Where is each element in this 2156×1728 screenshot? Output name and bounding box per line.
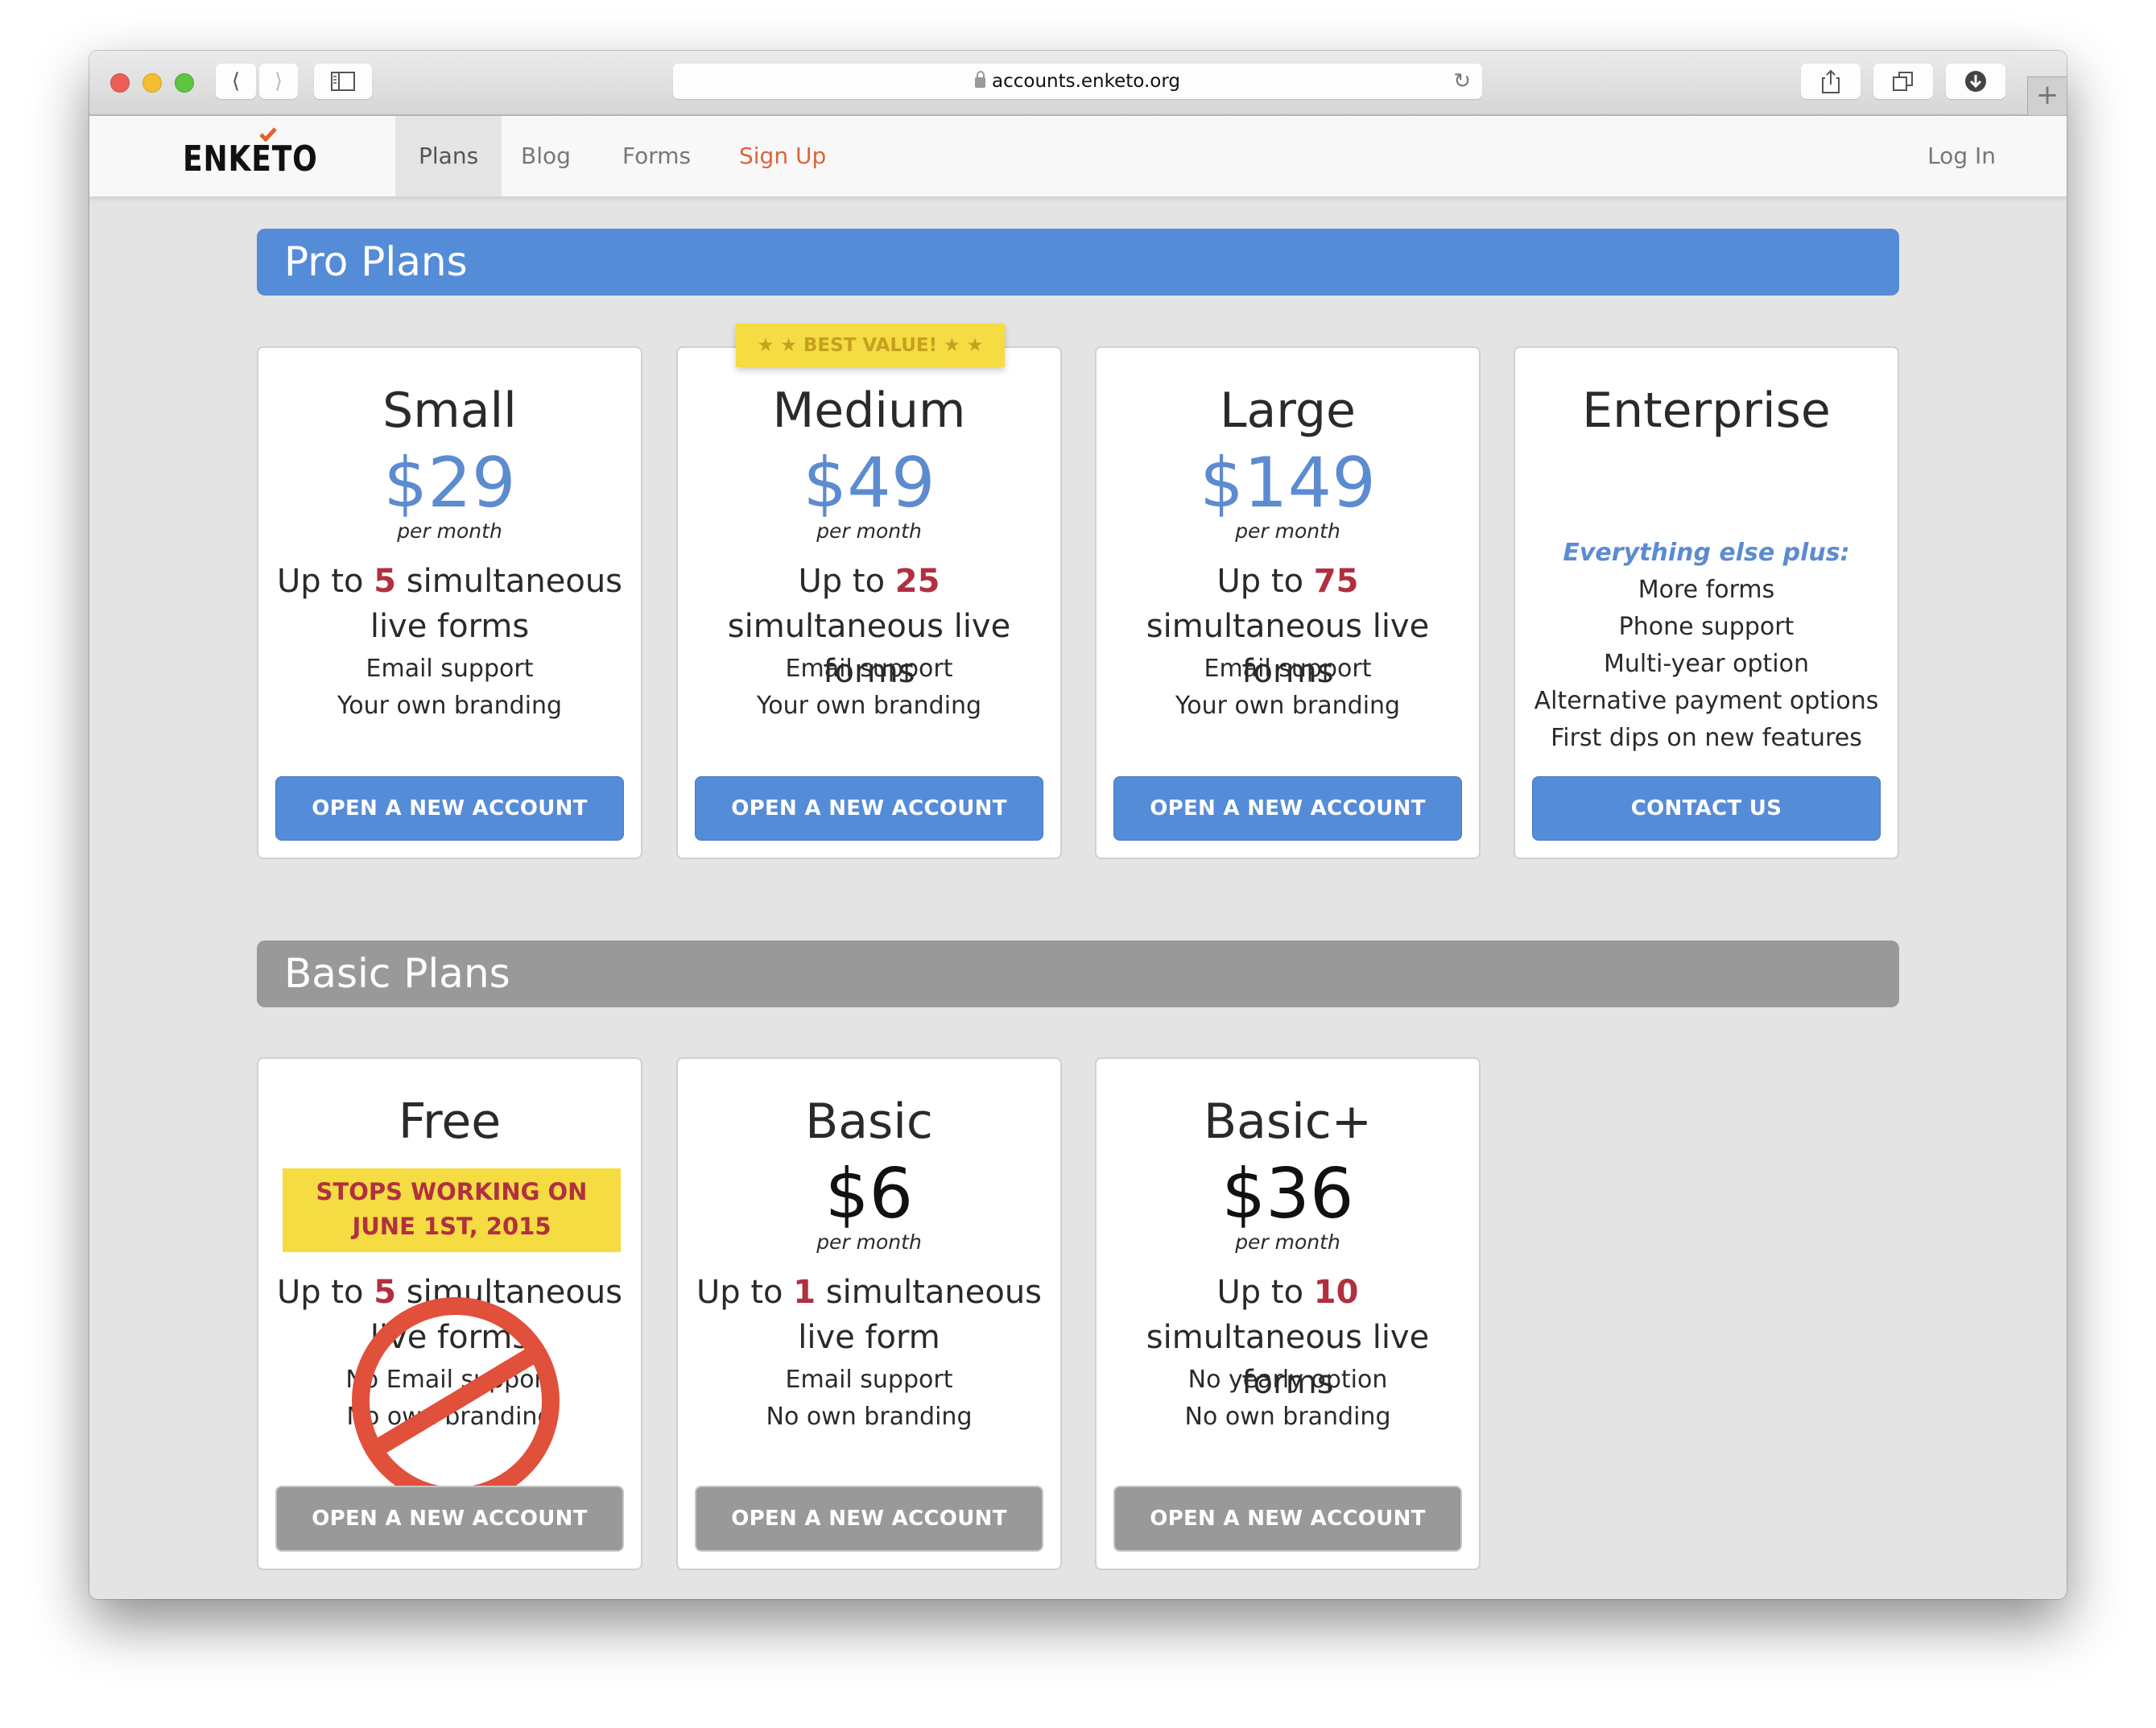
price-period: per month [1235,1230,1340,1254]
plan-name: Basic+ [1203,1093,1373,1150]
plan-price: $149 [1200,443,1376,523]
feature: No yearly option [1187,1366,1388,1394]
plan-card-small: Small $29 per month Up to 5 simultaneous… [257,346,642,859]
address-bar[interactable]: accounts.enketo.org ↻ [673,64,1482,99]
feature: No own branding [1184,1403,1391,1431]
open-account-button-medium[interactable]: OPEN A NEW ACCOUNT [695,776,1043,841]
site-navbar: ENKETO Plans Blog Forms Sign Up Log In [89,116,2067,196]
plan-price: $29 [383,443,516,523]
nav-plans[interactable]: Plans [395,116,502,196]
feature: Email support [1204,655,1372,683]
browser-window: ⟨ ⟩ accounts.enketo.org ↻ + ENKETO Plans… [89,51,2067,1599]
reload-icon[interactable]: ↻ [1453,64,1471,99]
feature: No own branding [766,1403,973,1431]
forward-icon: ⟩ [274,69,283,93]
open-account-button-basic-plus[interactable]: OPEN A NEW ACCOUNT [1113,1486,1462,1552]
back-icon: ⟨ [231,69,241,93]
feature: Email support [785,655,953,683]
feature: Phone support [1618,613,1795,641]
plan-name: Medium [772,382,966,439]
share-button[interactable] [1801,64,1861,99]
download-icon [1965,71,1986,92]
feature: Alternative payment options [1534,687,1879,715]
price-period: per month [816,1230,922,1254]
plan-card-large: Large $149 per month Up to 75 simultaneo… [1095,346,1481,859]
tabs-overview-button[interactable] [1873,64,1933,99]
open-account-button-small[interactable]: OPEN A NEW ACCOUNT [275,776,624,841]
feature: Multi-year option [1604,650,1809,678]
enterprise-heading: Everything else plus: [1563,539,1850,567]
feature: Your own branding [1175,692,1401,720]
price-period: per month [1235,519,1340,543]
browser-toolbar: ⟨ ⟩ accounts.enketo.org ↻ + [89,51,2067,116]
zoom-window-button[interactable] [175,73,194,93]
minimize-window-button[interactable] [142,73,162,93]
contact-us-button[interactable]: CONTACT US [1532,776,1881,841]
plan-card-medium: ★ ★ BEST VALUE! ★ ★ Medium $49 per month… [676,324,1062,859]
plan-card-basic-plus: Basic+ $36 per month Up to 10 simultaneo… [1095,1057,1481,1570]
enketo-logo[interactable]: ENKETO [183,138,318,187]
best-value-ribbon: ★ ★ BEST VALUE! ★ ★ [736,324,1005,367]
sidebar-button[interactable] [314,64,372,99]
plan-name: Enterprise [1582,382,1831,439]
plan-price: $36 [1221,1154,1354,1234]
prohibited-icon [352,1297,560,1505]
form-limit: Up to 1 simultaneous live form [696,1274,1043,1356]
share-icon [1822,69,1840,93]
discontinued-warning: STOPS WORKING ON JUNE 1ST, 2015 [283,1168,621,1252]
open-account-button-basic[interactable]: OPEN A NEW ACCOUNT [695,1486,1043,1552]
log-in-link[interactable]: Log In [1927,116,1996,196]
new-tab-icon: + [2035,79,2059,111]
tabs-icon [1893,72,1913,91]
plan-price: $49 [803,443,936,523]
basic-plans-header: Basic Plans [257,940,1899,1007]
feature: Your own branding [756,692,982,720]
feature: Your own branding [337,692,563,720]
nav-forms[interactable]: Forms [599,116,714,196]
url-text: accounts.enketo.org [991,71,1181,92]
plan-card-enterprise: Enterprise Everything else plus: More fo… [1514,346,1899,859]
forward-button[interactable]: ⟩ [259,64,298,99]
plan-card-free: Free STOPS WORKING ON JUNE 1ST, 2015 Up … [257,1057,642,1570]
plan-name: Basic [805,1093,933,1150]
pro-plans-header: Pro Plans [257,229,1899,296]
feature: First dips on new features [1551,724,1862,752]
back-button[interactable]: ⟨ [216,64,256,99]
downloads-button[interactable] [1946,64,2005,99]
sidebar-icon [331,72,355,91]
form-limit: Up to 5 simultaneous live forms [276,563,623,645]
feature: Email support [366,655,534,683]
plan-price: $6 [824,1154,914,1234]
price-period: per month [816,519,922,543]
lock-icon [974,71,985,88]
feature: Email support [785,1366,953,1394]
plan-card-basic: Basic $6 per month Up to 1 simultaneous … [676,1057,1062,1570]
plan-name: Small [382,382,517,439]
price-period: per month [397,519,502,543]
new-tab-button[interactable]: + [2027,76,2067,115]
nav-sign-up[interactable]: Sign Up [716,116,849,196]
plan-name: Free [398,1093,502,1150]
feature: More forms [1638,576,1775,604]
close-window-button[interactable] [110,73,130,93]
nav-blog[interactable]: Blog [498,116,594,196]
open-account-button-large[interactable]: OPEN A NEW ACCOUNT [1113,776,1462,841]
plan-name: Large [1220,382,1356,439]
open-account-button-free[interactable]: OPEN A NEW ACCOUNT [275,1486,624,1552]
